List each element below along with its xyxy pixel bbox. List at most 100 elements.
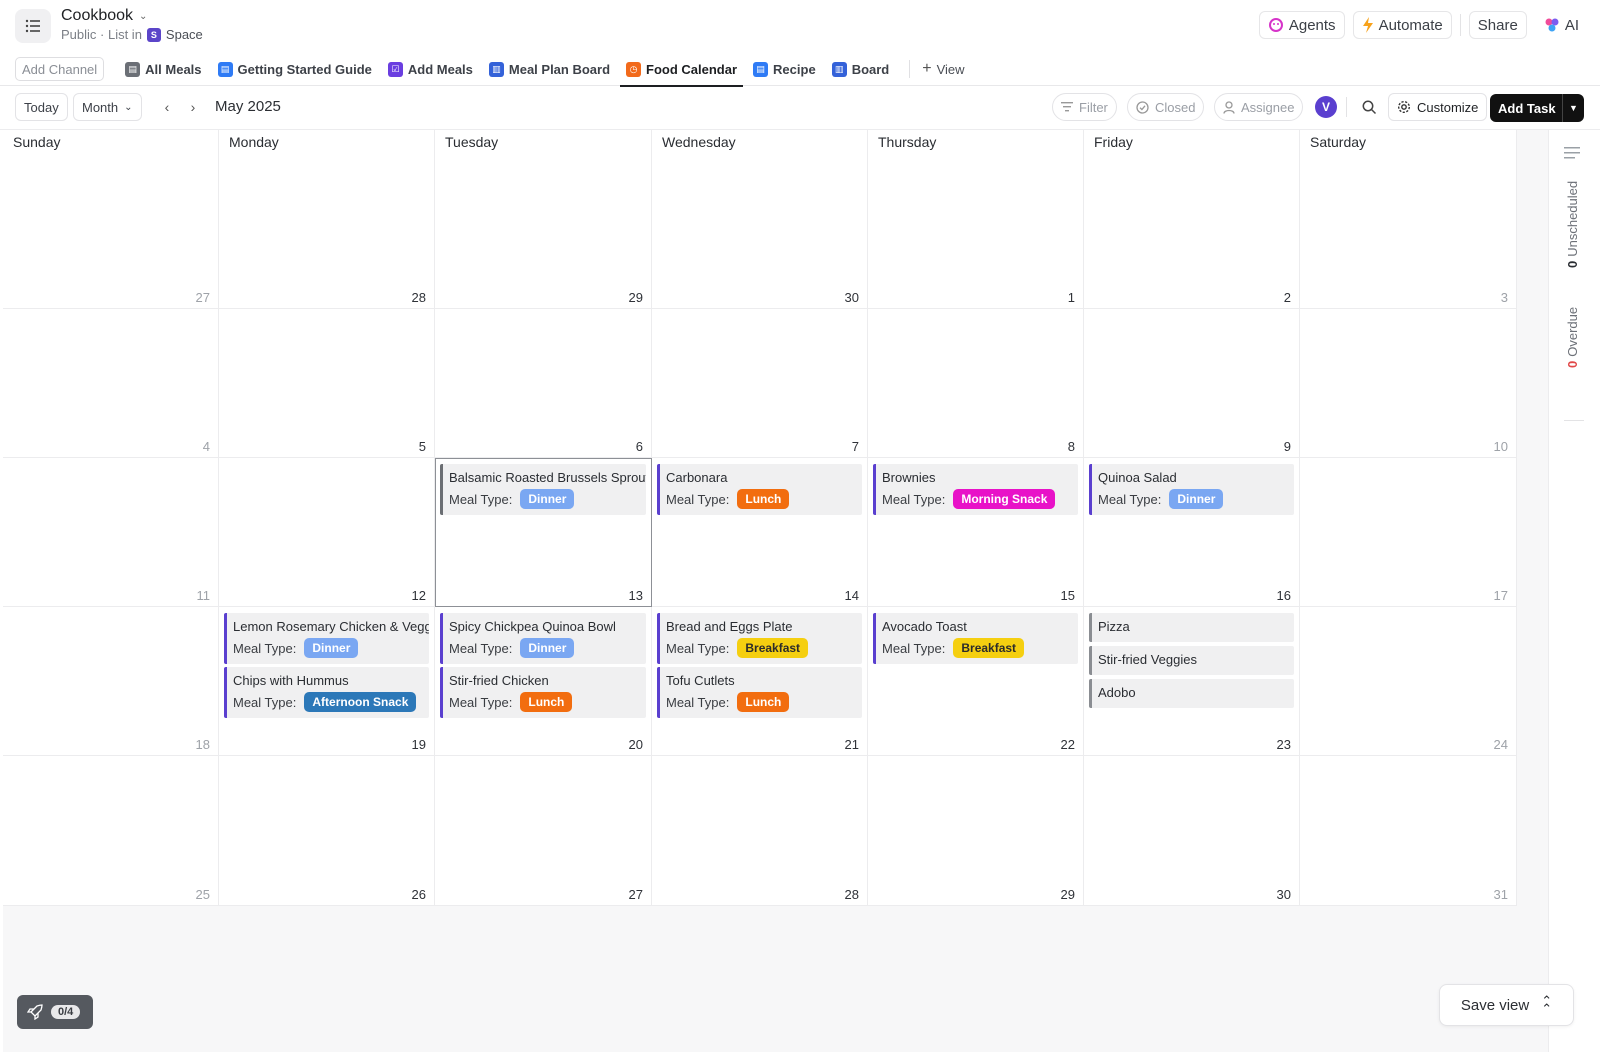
- calendar-day-cell[interactable]: 15 Brownies Meal Type: Morning Snack: [868, 458, 1084, 607]
- calendar-event[interactable]: Bread and Eggs Plate Meal Type: Breakfast: [657, 613, 862, 664]
- tab-all-meals[interactable]: ▤ All Meals: [119, 52, 207, 86]
- today-button[interactable]: Today: [15, 93, 68, 121]
- event-title: Bread and Eggs Plate: [666, 619, 793, 634]
- meal-type-field: Meal Type: Dinner: [233, 638, 429, 658]
- tab-food-calendar[interactable]: ◷ Food Calendar: [620, 52, 744, 87]
- meal-type-field: Meal Type: Dinner: [449, 638, 646, 658]
- chevrons-up-icon: ⌃ ⌃: [1541, 993, 1553, 1016]
- lines-icon: [1564, 147, 1580, 159]
- tab-recipe[interactable]: ▤ Recipe: [747, 52, 822, 86]
- onboarding-progress-button[interactable]: 0/4: [17, 995, 93, 1029]
- agents-button[interactable]: Agents: [1258, 11, 1345, 39]
- calendar-event[interactable]: Lemon Rosemary Chicken & Veggies Meal Typ…: [224, 613, 429, 664]
- ai-button[interactable]: AI: [1534, 11, 1588, 39]
- calendar-event[interactable]: Pizza: [1089, 613, 1294, 642]
- sidebar-toggle-button[interactable]: [15, 9, 51, 43]
- calendar-event[interactable]: Quinoa Salad Meal Type: Dinner: [1089, 464, 1294, 515]
- calendar-event[interactable]: Brownies Meal Type: Morning Snack: [873, 464, 1078, 515]
- avatar[interactable]: V: [1315, 96, 1337, 118]
- tab-label: All Meals: [145, 61, 202, 77]
- calendar-day-cell[interactable]: 26: [219, 756, 435, 906]
- calendar-day-cell[interactable]: 31: [1300, 756, 1517, 906]
- calendar-day-cell[interactable]: 24: [1300, 607, 1517, 756]
- calendar-day-cell[interactable]: 13 Balsamic Roasted Brussels Sprouts Meal …: [435, 458, 652, 607]
- month-select[interactable]: Month ⌄: [73, 93, 142, 121]
- save-view-button[interactable]: Save view ⌃ ⌃: [1439, 984, 1574, 1026]
- calendar-day-cell[interactable]: 14 Carbonara Meal Type: Lunch: [652, 458, 868, 607]
- calendar-day-cell[interactable]: 17: [1300, 458, 1517, 607]
- previous-month-button[interactable]: ‹: [155, 95, 179, 119]
- space-link[interactable]: Space: [166, 27, 203, 42]
- chevron-down-icon[interactable]: ▼: [1562, 94, 1584, 122]
- list-title[interactable]: Cookbook ⌄: [61, 7, 147, 25]
- event-title: Stir-fried Chicken: [449, 673, 549, 688]
- tab-label: Add Meals: [407, 61, 473, 77]
- calendar-day-cell[interactable]: Monday 28: [219, 130, 435, 309]
- calendar-day-cell[interactable]: 6: [435, 309, 652, 458]
- day-number: 25: [195, 887, 210, 902]
- calendar-day-cell[interactable]: 20 Spicy Chickpea Quinoa Bowl Meal Type: Di…: [435, 607, 652, 756]
- closed-toggle[interactable]: Closed: [1127, 93, 1205, 121]
- tab-label: Meal Plan Board: [508, 61, 611, 77]
- calendar-day-cell[interactable]: Sunday 27: [3, 130, 219, 309]
- calendar-day-cell[interactable]: Thursday 1: [868, 130, 1084, 309]
- customize-button[interactable]: Customize: [1388, 93, 1488, 121]
- next-month-button[interactable]: ›: [181, 95, 205, 119]
- calendar-day-cell[interactable]: 5: [219, 309, 435, 458]
- calendar-day-cell[interactable]: 19 Lemon Rosemary Chicken & Veggies Meal T…: [219, 607, 435, 756]
- day-number: 27: [628, 887, 643, 902]
- calendar-day-cell[interactable]: 7: [652, 309, 868, 458]
- calendar-day-cell[interactable]: 4: [3, 309, 219, 458]
- calendar-day-cell[interactable]: 23 Pizza Stir-fried Veggies Adobo: [1084, 607, 1300, 756]
- calendar-event[interactable]: Avocado Toast Meal Type: Breakfast: [873, 613, 1078, 664]
- calendar-day-cell[interactable]: 27: [435, 756, 652, 906]
- search-button[interactable]: [1355, 93, 1383, 121]
- calendar-day-cell[interactable]: Wednesday 30: [652, 130, 868, 309]
- calendar-event[interactable]: Balsamic Roasted Brussels Sprouts Meal Ty…: [440, 464, 646, 515]
- header-actions: Agents Automate Share AI: [1258, 11, 1588, 39]
- day-number: 20: [628, 737, 643, 752]
- calendar-day-cell[interactable]: 18: [3, 607, 219, 756]
- calendar-day-cell[interactable]: 16 Quinoa Salad Meal Type: Dinner: [1084, 458, 1300, 607]
- calendar-event[interactable]: Stir-fried Chicken Meal Type: Lunch: [440, 667, 646, 718]
- event-title: Quinoa Salad: [1098, 470, 1177, 485]
- calendar-day-cell[interactable]: 11: [3, 458, 219, 607]
- calendar-day-cell[interactable]: 25: [3, 756, 219, 906]
- calendar-day-cell[interactable]: Friday 2: [1084, 130, 1300, 309]
- overdue-tab[interactable]: 0 Overdue: [1565, 307, 1580, 368]
- tab-add-meals[interactable]: ☑ Add Meals: [382, 52, 479, 86]
- calendar-day-cell[interactable]: 10: [1300, 309, 1517, 458]
- calendar-day-cell[interactable]: Tuesday 29: [435, 130, 652, 309]
- day-number: 14: [844, 588, 859, 603]
- filter-button[interactable]: Filter: [1052, 93, 1117, 121]
- tab-meal-plan-board[interactable]: ▥ Meal Plan Board: [483, 52, 616, 86]
- tab-board[interactable]: ▥ Board: [826, 52, 896, 86]
- tab-getting-started-guide[interactable]: ▤ Getting Started Guide: [212, 52, 378, 86]
- weekday-header: Tuesday: [445, 134, 499, 150]
- share-button[interactable]: Share: [1468, 11, 1527, 39]
- unscheduled-tab[interactable]: 0 Unscheduled: [1565, 181, 1580, 268]
- add-task-button[interactable]: Add Task ▼: [1490, 94, 1584, 122]
- calendar-event[interactable]: Adobo: [1089, 679, 1294, 708]
- add-channel-button[interactable]: Add Channel: [15, 57, 105, 81]
- event-title: Pizza: [1098, 619, 1130, 634]
- calendar-event[interactable]: Spicy Chickpea Quinoa Bowl Meal Type: Dinn…: [440, 613, 646, 664]
- assignee-button[interactable]: Assignee: [1214, 93, 1304, 121]
- calendar-day-cell[interactable]: 29: [868, 756, 1084, 906]
- calendar-event[interactable]: Stir-fried Veggies: [1089, 646, 1294, 675]
- calendar-day-cell[interactable]: 9: [1084, 309, 1300, 458]
- calendar-day-cell[interactable]: 21 Bread and Eggs Plate Meal Type: Breakfas…: [652, 607, 868, 756]
- calendar-event[interactable]: Chips with Hummus Meal Type: Afternoon Sna…: [224, 667, 429, 718]
- meal-type-label: Meal Type:: [882, 491, 946, 507]
- calendar-day-cell[interactable]: 8: [868, 309, 1084, 458]
- calendar-day-cell[interactable]: 30: [1084, 756, 1300, 906]
- meal-type-field: Meal Type: Afternoon Snack: [233, 692, 429, 712]
- calendar-event[interactable]: Carbonara Meal Type: Lunch: [657, 464, 862, 515]
- add-view-button[interactable]: + View: [916, 52, 970, 86]
- automate-button[interactable]: Automate: [1352, 11, 1452, 39]
- calendar-day-cell[interactable]: Saturday 3: [1300, 130, 1517, 309]
- calendar-event[interactable]: Tofu Cutlets Meal Type: Lunch: [657, 667, 862, 718]
- calendar-day-cell[interactable]: 12: [219, 458, 435, 607]
- calendar-day-cell[interactable]: 22 Avocado Toast Meal Type: Breakfast: [868, 607, 1084, 756]
- calendar-day-cell[interactable]: 28: [652, 756, 868, 906]
